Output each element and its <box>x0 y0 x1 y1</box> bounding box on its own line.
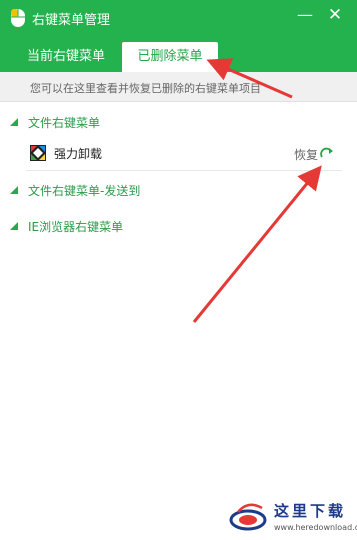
app-tile-icon <box>30 145 46 161</box>
expand-triangle-icon[interactable] <box>10 118 18 126</box>
item-label: 强力卸载 <box>54 147 103 161</box>
restore-arrow-icon <box>320 147 334 158</box>
expand-triangle-icon[interactable] <box>10 186 18 194</box>
expand-triangle-icon[interactable] <box>10 222 18 230</box>
watermark-url: www.heredownload.com <box>274 523 357 532</box>
watermark: 这里下载 www.heredownload.com <box>228 498 357 536</box>
tab-current-menu[interactable]: 当前右键菜单 <box>14 42 118 72</box>
watermark-text: 这里下载 <box>274 502 347 520</box>
section-file-menu[interactable]: 文件右键菜单 <box>0 112 357 132</box>
info-text: 您可以在这里查看并恢复已删除的右键菜单项目 <box>30 82 261 95</box>
section-label: IE浏览器右键菜单 <box>28 220 124 234</box>
list-item: 强力卸载 恢复 <box>26 141 342 171</box>
title-bar: 右键菜单管理 — ✕ 当前右键菜单 已删除菜单 <box>0 0 357 72</box>
section-label: 文件右键菜单 <box>28 116 101 130</box>
info-bar: 您可以在这里查看并恢复已删除的右键菜单项目 <box>0 72 357 102</box>
section-ie-menu[interactable]: IE浏览器右键菜单 <box>0 216 357 236</box>
restore-label: 恢复 <box>294 147 319 162</box>
mouse-icon <box>11 9 25 27</box>
close-button[interactable]: ✕ <box>324 4 346 26</box>
section-label: 文件右键菜单-发送到 <box>28 184 141 198</box>
section-send-to[interactable]: 文件右键菜单-发送到 <box>0 180 357 200</box>
minimize-button[interactable]: — <box>294 4 316 26</box>
watermark-logo-icon <box>229 503 267 531</box>
window-title: 右键菜单管理 <box>32 13 111 28</box>
tab-deleted-menu[interactable]: 已删除菜单 <box>122 42 218 72</box>
restore-button[interactable]: 恢复 <box>294 145 334 163</box>
